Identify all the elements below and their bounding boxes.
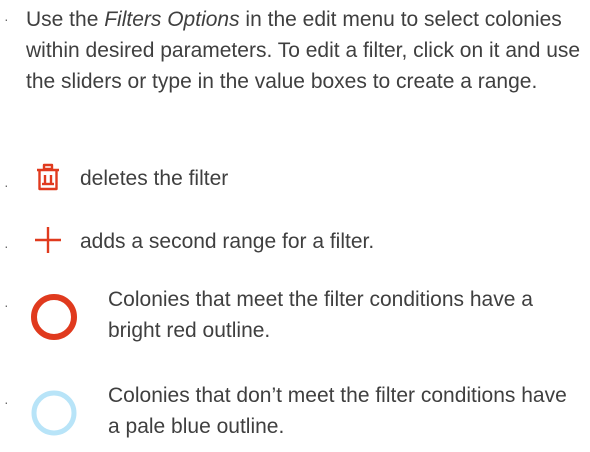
red-circle-icon bbox=[30, 293, 78, 350]
bullet-marker: · bbox=[4, 394, 9, 410]
trash-icon bbox=[36, 163, 60, 200]
blue-circle-icon bbox=[30, 389, 78, 446]
bullet-marker: · bbox=[4, 177, 9, 193]
intro-paragraph: Use the Filters Options in the edit menu… bbox=[26, 4, 586, 97]
filters-options-emphasis: Filters Options bbox=[104, 8, 240, 31]
plus-icon bbox=[34, 226, 62, 263]
intro-lead: Use the bbox=[26, 8, 105, 31]
bullet-marker: · bbox=[4, 11, 9, 27]
plus-description: adds a second range for a filter. bbox=[80, 230, 375, 253]
trash-description: deletes the filter bbox=[80, 167, 229, 190]
bullet-marker: · bbox=[4, 238, 9, 254]
bullet-marker: · bbox=[4, 297, 9, 313]
blue-outline-description: Colonies that don’t meet the filter cond… bbox=[108, 384, 567, 438]
red-outline-description: Colonies that meet the filter conditions… bbox=[108, 288, 533, 342]
